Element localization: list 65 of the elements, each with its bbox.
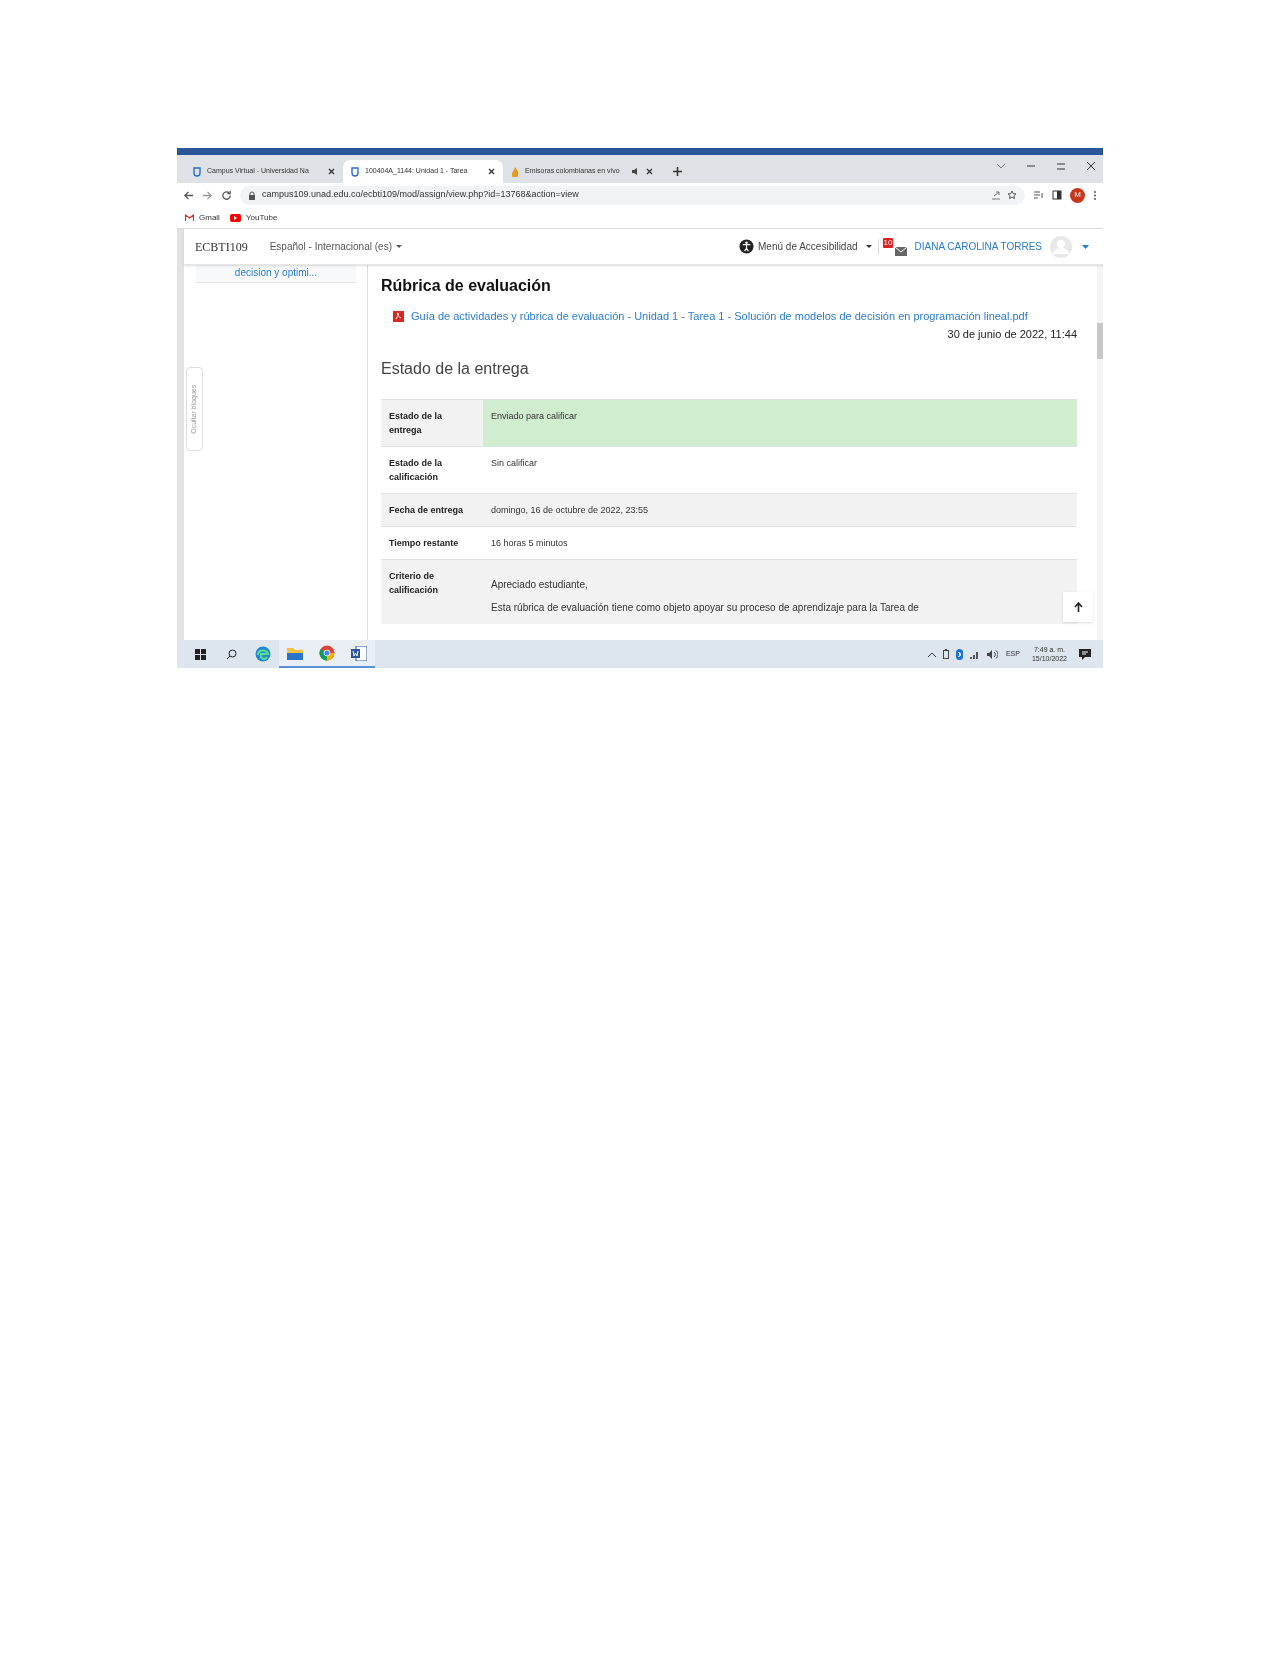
- caret-icon[interactable]: [395, 245, 402, 248]
- site-name[interactable]: ECBTI109: [195, 237, 248, 256]
- accessibility-menu[interactable]: Menú de Accesibilidad: [758, 239, 879, 254]
- address-bar[interactable]: campus109.unad.edu.co/ecbti109/mod/assign/view.php?id=13768&action=view: [240, 185, 1025, 205]
- row-label: Estado de la entrega: [388, 409, 443, 437]
- notifications-icon[interactable]: [1079, 648, 1091, 660]
- battery-icon[interactable]: [942, 649, 949, 659]
- folder-icon[interactable]: [287, 646, 303, 660]
- bookmark-link[interactable]: Gmail: [185, 211, 220, 224]
- row-label: Tiempo restante: [388, 536, 460, 550]
- accessibility-icon[interactable]: [739, 239, 755, 254]
- volume-icon[interactable]: [986, 649, 998, 659]
- section-heading: Rúbrica de evaluación: [381, 276, 552, 296]
- close-icon[interactable]: [328, 168, 335, 175]
- bookmark-link[interactable]: YouTube: [229, 211, 278, 224]
- paragraph: Apreciado estudiante,: [491, 577, 589, 592]
- row-label: Fecha de entrega: [388, 503, 465, 517]
- url-text: campus109.unad.edu.co/ecbti109/mod/assign/view.php?id=13768&action=view: [262, 188, 579, 202]
- row-value: Enviado para calificar: [491, 409, 579, 423]
- word-icon[interactable]: [351, 645, 367, 661]
- scrollbar-thumb[interactable]: [1097, 323, 1103, 359]
- mail-icon[interactable]: [894, 246, 907, 256]
- file-link[interactable]: Guía de actividades y rúbrica de evaluación - Unidad 1 - Tarea 1 - Solución de modelos de decisión en programación lineal.pdf: [393, 308, 1028, 324]
- new-tab-icon[interactable]: [673, 167, 682, 176]
- edge-icon[interactable]: [255, 646, 271, 662]
- row-value: Sin calificar: [491, 456, 538, 470]
- forward-icon[interactable]: [202, 189, 213, 201]
- row-label: Estado de la calificación: [388, 456, 443, 484]
- play-icon: [229, 213, 241, 222]
- chevron-up-icon[interactable]: [927, 651, 936, 657]
- flame-icon: [511, 166, 519, 177]
- back-icon[interactable]: [183, 189, 194, 201]
- shield-icon: [193, 166, 201, 177]
- row-label: Criterio de calificación: [388, 569, 440, 597]
- status-heading: Estado de la entrega: [381, 358, 530, 379]
- search-icon[interactable]: [225, 648, 237, 660]
- back-to-top-button[interactable]: [1063, 592, 1093, 622]
- speaker-icon[interactable]: [632, 168, 640, 175]
- windows-icon[interactable]: [194, 648, 206, 660]
- pdf-icon: [393, 311, 404, 322]
- lock-icon: [248, 190, 256, 200]
- caret-icon[interactable]: [865, 245, 872, 248]
- paragraph: Esta rúbrica de evaluación tiene como objeto apoyar su proceso de aprendizaje para la Tarea de: [491, 600, 920, 615]
- close-icon[interactable]: [1087, 162, 1095, 170]
- chrome-icon[interactable]: [319, 645, 335, 661]
- star-icon[interactable]: [1007, 190, 1017, 200]
- row-value: 16 horas 5 minutos: [491, 536, 569, 550]
- chevron-down-icon[interactable]: [997, 163, 1005, 169]
- notification-badge: 10: [882, 237, 894, 248]
- close-icon[interactable]: [646, 168, 653, 175]
- row-value: domingo, 16 de octubre de 2022, 23:55: [491, 503, 650, 517]
- arrow-up-icon: [1073, 602, 1083, 612]
- side-panel-icon[interactable]: [1052, 190, 1062, 200]
- user-name[interactable]: DIANA CAROLINA TORRES: [914, 239, 1042, 254]
- language-menu[interactable]: Español - Internacional (es): [269, 239, 402, 254]
- profile-avatar[interactable]: M: [1070, 187, 1085, 203]
- signal-icon[interactable]: [969, 649, 980, 659]
- shield-icon: [351, 166, 359, 177]
- file-date: 30 de junio de 2022, 11:44: [947, 327, 1077, 342]
- close-icon[interactable]: [488, 168, 495, 175]
- mail-icon: [185, 214, 194, 221]
- more-icon[interactable]: [1093, 189, 1097, 201]
- restore-icon[interactable]: [1057, 162, 1065, 170]
- bluetooth-icon[interactable]: [955, 648, 963, 660]
- reload-icon[interactable]: [221, 189, 232, 201]
